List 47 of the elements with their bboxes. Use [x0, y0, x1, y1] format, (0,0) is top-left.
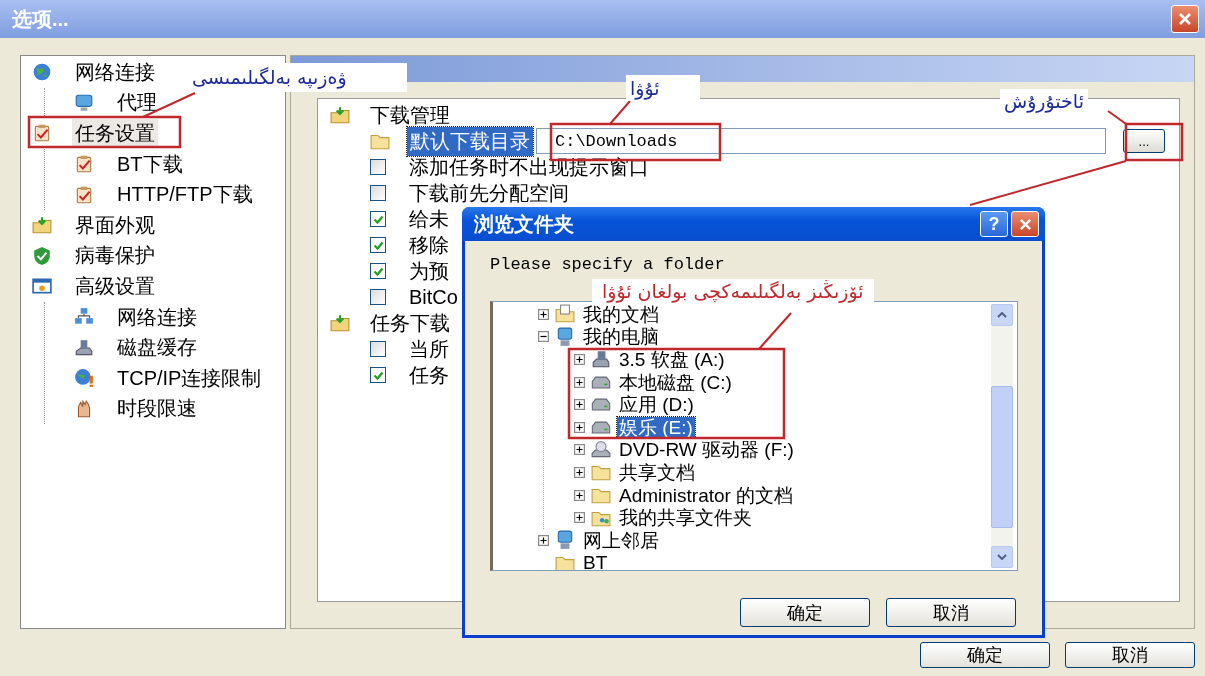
cancel-button[interactable]: 取消 — [1065, 641, 1195, 668]
dialog-title: 浏览文件夹 — [474, 211, 574, 237]
sidebar-item[interactable]: 病毒保护 — [72, 241, 158, 271]
sidebar-item[interactable]: HTTP/FTP下载 — [114, 180, 256, 210]
tree-item[interactable]: 娱乐 (E:) — [617, 416, 695, 438]
option-label: 给未 — [409, 206, 449, 232]
tree-item[interactable]: 3.5 软盘 (A:) — [617, 349, 727, 370]
option-label: 任务 — [409, 362, 449, 388]
tree-item[interactable]: 应用 (D:) — [617, 394, 696, 416]
browse-button[interactable]: ... — [1123, 129, 1165, 153]
tree-item[interactable]: 网上邻居 — [581, 529, 661, 551]
cancel-button[interactable]: 取消 — [886, 598, 1016, 627]
annotation-label: ئاختۇرۇش — [1000, 89, 1088, 113]
help-button[interactable]: ? — [980, 211, 1008, 237]
sidebar-item[interactable]: TCP/IP连接限制 — [114, 363, 265, 393]
sidebar-item[interactable]: 代理 — [114, 88, 160, 118]
sidebar-item[interactable]: 界面外观 — [72, 210, 158, 240]
sidebar-item[interactable]: 网络连接 — [72, 57, 158, 87]
annotation-label: ئۆزىڭىز بەلگىلىمەكچى بولغان ئۇۋا — [592, 279, 874, 303]
group-title: 任务下载 — [370, 310, 450, 336]
tree-item[interactable]: 本地磁盘 (C:) — [617, 371, 734, 393]
group-title: 下载管理 — [370, 102, 450, 128]
annotation-label: ئۇۋا — [626, 75, 700, 101]
sidebar-item[interactable]: 任务设置 — [72, 119, 158, 148]
window-title: 选项... — [12, 6, 69, 32]
tree-item[interactable]: DVD-RW 驱动器 (F:) — [617, 439, 796, 461]
tree-item[interactable]: Administrator 的文档 — [617, 484, 796, 506]
option-label: 下载前先分配空间 — [409, 180, 569, 206]
option-label: 当所 — [409, 336, 449, 362]
sidebar-item[interactable]: 时段限速 — [114, 394, 200, 424]
sidebar-item[interactable]: 磁盘缓存 — [114, 333, 200, 363]
sidebar-item[interactable]: BT下载 — [114, 149, 186, 179]
sidebar-item[interactable]: 高级设置 — [72, 271, 158, 301]
option-label: 移除 — [409, 232, 449, 258]
path-field[interactable]: C:\Downloads — [536, 128, 1106, 154]
ok-button[interactable]: 确定 — [920, 641, 1050, 668]
sidebar-item[interactable]: 网络连接 — [114, 302, 200, 332]
option-label[interactable]: 默认下载目录 — [407, 126, 533, 156]
prompt-text: Please specify a folder — [490, 255, 726, 275]
tree-item[interactable]: 我的文档 — [581, 303, 661, 325]
ok-button[interactable]: 确定 — [740, 598, 870, 627]
tree-item[interactable]: 我的电脑 — [581, 326, 661, 348]
tree-item[interactable]: BT — [581, 552, 610, 570]
option-label: BitCo — [409, 285, 458, 309]
tree-item[interactable]: 共享文档 — [617, 461, 697, 483]
tree-item[interactable]: 我的共享文件夹 — [617, 507, 754, 529]
option-label: 为预 — [409, 258, 449, 284]
